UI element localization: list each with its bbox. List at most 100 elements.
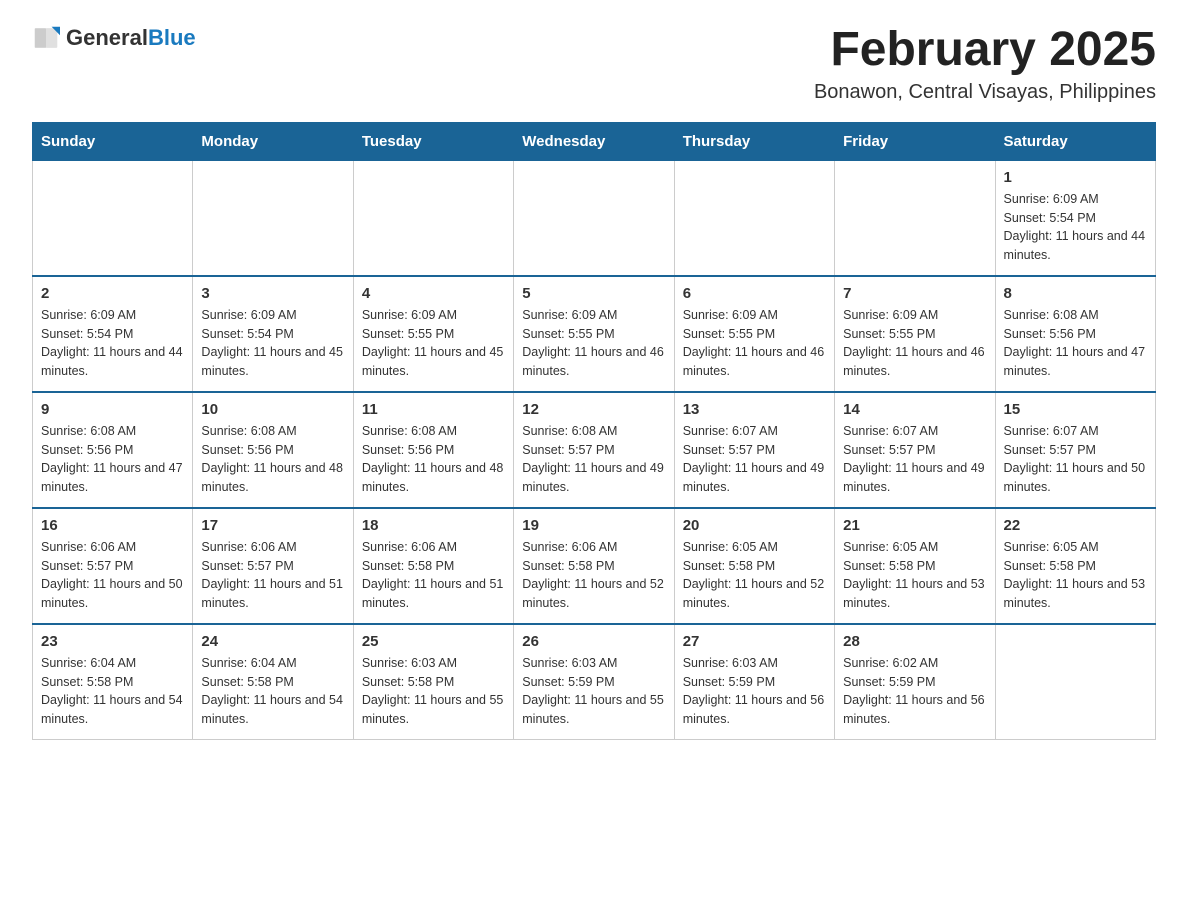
day-info: Sunrise: 6:04 AMSunset: 5:58 PMDaylight:…	[201, 654, 344, 729]
calendar-header-monday: Monday	[193, 122, 353, 160]
calendar-cell	[674, 160, 834, 276]
day-number: 5	[522, 285, 665, 302]
day-info: Sunrise: 6:07 AMSunset: 5:57 PMDaylight:…	[1004, 422, 1147, 497]
calendar-cell	[193, 160, 353, 276]
calendar-cell: 2 Sunrise: 6:09 AMSunset: 5:54 PMDaylight…	[33, 276, 193, 392]
calendar-cell: 18 Sunrise: 6:06 AMSunset: 5:58 PMDayligh…	[353, 508, 513, 624]
calendar-cell: 21 Sunrise: 6:05 AMSunset: 5:58 PMDayligh…	[835, 508, 995, 624]
calendar-cell: 6 Sunrise: 6:09 AMSunset: 5:55 PMDaylight…	[674, 276, 834, 392]
page-header: GeneralBlue February 2025 Bonawon, Centr…	[32, 24, 1156, 104]
logo-general: General	[66, 25, 148, 50]
day-number: 8	[1004, 285, 1147, 302]
day-number: 14	[843, 401, 986, 418]
calendar-cell: 5Sunrise: 6:09 AMSunset: 5:55 PMDaylight…	[514, 276, 674, 392]
day-number: 24	[201, 633, 344, 650]
day-number: 12	[522, 401, 665, 418]
logo-blue: Blue	[148, 25, 196, 50]
day-number: 4	[362, 285, 505, 302]
calendar-cell: 26 Sunrise: 6:03 AMSunset: 5:59 PMDayligh…	[514, 624, 674, 740]
day-info: Sunrise: 6:03 AMSunset: 5:59 PMDaylight:…	[683, 654, 826, 729]
calendar-cell	[835, 160, 995, 276]
day-info: Sunrise: 6:04 AMSunset: 5:58 PMDaylight:…	[41, 654, 184, 729]
calendar-cell: 25 Sunrise: 6:03 AMSunset: 5:58 PMDayligh…	[353, 624, 513, 740]
day-info: Sunrise: 6:09 AMSunset: 5:55 PMDaylight:…	[362, 306, 505, 381]
day-number: 22	[1004, 517, 1147, 534]
calendar-header-thursday: Thursday	[674, 122, 834, 160]
day-info: Sunrise: 6:03 AMSunset: 5:58 PMDaylight:…	[362, 654, 505, 729]
calendar-header-friday: Friday	[835, 122, 995, 160]
calendar-cell: 11Sunrise: 6:08 AMSunset: 5:56 PMDayligh…	[353, 392, 513, 508]
day-info: Sunrise: 6:09 AMSunset: 5:54 PMDaylight:…	[41, 306, 184, 381]
day-info: Sunrise: 6:09 AMSunset: 5:54 PMDaylight:…	[1004, 190, 1147, 265]
calendar-cell: 19Sunrise: 6:06 AMSunset: 5:58 PMDayligh…	[514, 508, 674, 624]
calendar-cell: 1 Sunrise: 6:09 AMSunset: 5:54 PMDaylight…	[995, 160, 1155, 276]
calendar-week-row: 16Sunrise: 6:06 AMSunset: 5:57 PMDayligh…	[33, 508, 1156, 624]
day-number: 21	[843, 517, 986, 534]
day-number: 16	[41, 517, 184, 534]
day-info: Sunrise: 6:08 AMSunset: 5:56 PMDaylight:…	[201, 422, 344, 497]
calendar-cell: 27 Sunrise: 6:03 AMSunset: 5:59 PMDayligh…	[674, 624, 834, 740]
calendar-cell	[353, 160, 513, 276]
day-number: 20	[683, 517, 826, 534]
day-number: 10	[201, 401, 344, 418]
logo-text-wrap: GeneralBlue	[66, 25, 196, 51]
calendar-cell: 22 Sunrise: 6:05 AMSunset: 5:58 PMDayligh…	[995, 508, 1155, 624]
calendar-week-row: 2 Sunrise: 6:09 AMSunset: 5:54 PMDaylight…	[33, 276, 1156, 392]
calendar-cell: 16Sunrise: 6:06 AMSunset: 5:57 PMDayligh…	[33, 508, 193, 624]
calendar-cell: 24 Sunrise: 6:04 AMSunset: 5:58 PMDayligh…	[193, 624, 353, 740]
calendar-cell: 12 Sunrise: 6:08 AMSunset: 5:57 PMDayligh…	[514, 392, 674, 508]
title-area: February 2025 Bonawon, Central Visayas, …	[814, 24, 1156, 104]
day-number: 15	[1004, 401, 1147, 418]
day-info: Sunrise: 6:08 AMSunset: 5:57 PMDaylight:…	[522, 422, 665, 497]
day-number: 25	[362, 633, 505, 650]
calendar-header-saturday: Saturday	[995, 122, 1155, 160]
calendar-cell: 4 Sunrise: 6:09 AMSunset: 5:55 PMDaylight…	[353, 276, 513, 392]
day-info: Sunrise: 6:05 AMSunset: 5:58 PMDaylight:…	[1004, 538, 1147, 613]
day-info: Sunrise: 6:08 AMSunset: 5:56 PMDaylight:…	[41, 422, 184, 497]
calendar-header-sunday: Sunday	[33, 122, 193, 160]
day-info: Sunrise: 6:07 AMSunset: 5:57 PMDaylight:…	[683, 422, 826, 497]
calendar-week-row: 9 Sunrise: 6:08 AMSunset: 5:56 PMDaylight…	[33, 392, 1156, 508]
day-number: 23	[41, 633, 184, 650]
day-info: Sunrise: 6:09 AMSunset: 5:55 PMDaylight:…	[683, 306, 826, 381]
day-number: 17	[201, 517, 344, 534]
day-number: 7	[843, 285, 986, 302]
calendar-cell: 17Sunrise: 6:06 AMSunset: 5:57 PMDayligh…	[193, 508, 353, 624]
day-info: Sunrise: 6:08 AMSunset: 5:56 PMDaylight:…	[1004, 306, 1147, 381]
calendar-cell: 20Sunrise: 6:05 AMSunset: 5:58 PMDayligh…	[674, 508, 834, 624]
calendar-cell	[995, 624, 1155, 740]
day-number: 18	[362, 517, 505, 534]
day-info: Sunrise: 6:05 AMSunset: 5:58 PMDaylight:…	[843, 538, 986, 613]
calendar-cell: 28Sunrise: 6:02 AMSunset: 5:59 PMDayligh…	[835, 624, 995, 740]
calendar-header-tuesday: Tuesday	[353, 122, 513, 160]
calendar-cell: 10 Sunrise: 6:08 AMSunset: 5:56 PMDayligh…	[193, 392, 353, 508]
calendar-week-row: 1 Sunrise: 6:09 AMSunset: 5:54 PMDaylight…	[33, 160, 1156, 276]
day-number: 1	[1004, 169, 1147, 186]
day-number: 9	[41, 401, 184, 418]
calendar-week-row: 23 Sunrise: 6:04 AMSunset: 5:58 PMDayligh…	[33, 624, 1156, 740]
logo: GeneralBlue	[32, 24, 196, 52]
calendar-cell: 14 Sunrise: 6:07 AMSunset: 5:57 PMDayligh…	[835, 392, 995, 508]
calendar-header-row: SundayMondayTuesdayWednesdayThursdayFrid…	[33, 122, 1156, 160]
day-number: 2	[41, 285, 184, 302]
calendar-cell: 9 Sunrise: 6:08 AMSunset: 5:56 PMDaylight…	[33, 392, 193, 508]
day-number: 26	[522, 633, 665, 650]
day-number: 11	[362, 401, 505, 418]
month-title: February 2025	[814, 24, 1156, 77]
day-info: Sunrise: 6:02 AMSunset: 5:59 PMDaylight:…	[843, 654, 986, 729]
day-number: 27	[683, 633, 826, 650]
calendar-table: SundayMondayTuesdayWednesdayThursdayFrid…	[32, 122, 1156, 740]
day-number: 3	[201, 285, 344, 302]
calendar-cell	[33, 160, 193, 276]
location-title: Bonawon, Central Visayas, Philippines	[814, 81, 1156, 104]
day-number: 6	[683, 285, 826, 302]
day-info: Sunrise: 6:07 AMSunset: 5:57 PMDaylight:…	[843, 422, 986, 497]
calendar-cell: 15 Sunrise: 6:07 AMSunset: 5:57 PMDayligh…	[995, 392, 1155, 508]
day-info: Sunrise: 6:06 AMSunset: 5:58 PMDaylight:…	[362, 538, 505, 613]
day-info: Sunrise: 6:06 AMSunset: 5:58 PMDaylight:…	[522, 538, 665, 613]
calendar-cell: 23 Sunrise: 6:04 AMSunset: 5:58 PMDayligh…	[33, 624, 193, 740]
calendar-cell: 13Sunrise: 6:07 AMSunset: 5:57 PMDayligh…	[674, 392, 834, 508]
calendar-cell: 3Sunrise: 6:09 AMSunset: 5:54 PMDaylight…	[193, 276, 353, 392]
day-info: Sunrise: 6:03 AMSunset: 5:59 PMDaylight:…	[522, 654, 665, 729]
calendar-cell	[514, 160, 674, 276]
